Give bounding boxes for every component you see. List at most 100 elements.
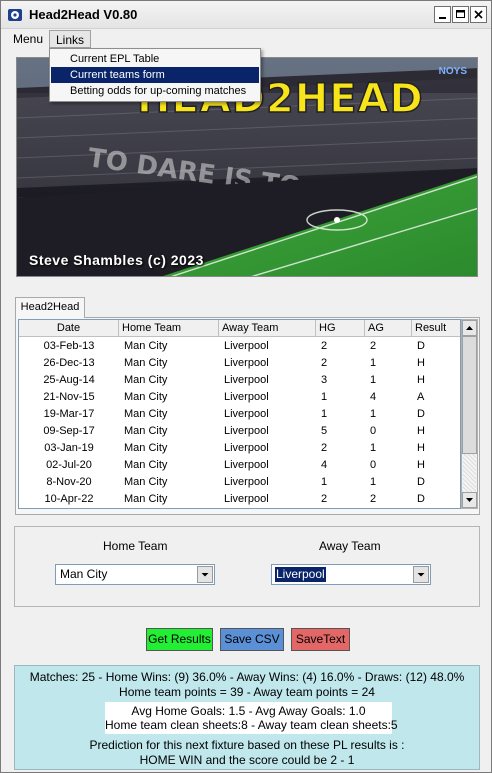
cell-hg: 5 xyxy=(321,425,328,437)
cell-home-team: Man City xyxy=(124,425,168,437)
away-team-select[interactable]: Liverpool xyxy=(271,564,431,585)
cell-away-team: Liverpool xyxy=(224,357,269,369)
arrow-up-icon xyxy=(466,326,473,330)
column-away-team[interactable]: Away Team xyxy=(219,320,316,337)
cell-date: 03-Jan-19 xyxy=(44,442,94,454)
menu-item-epl-table[interactable]: Current EPL Table xyxy=(51,51,259,67)
save-csv-button[interactable]: Save CSV xyxy=(220,628,284,651)
cell-date: 26-Dec-13 xyxy=(43,357,95,369)
table-row[interactable]: 25-Aug-14 Man City Liverpool 3 1 H xyxy=(19,372,460,389)
cell-hg: 3 xyxy=(321,374,328,386)
stats-panel: Matches: 25 - Home Wins: (9) 36.0% - Awa… xyxy=(14,665,480,770)
cell-date: 8-Nov-20 xyxy=(46,476,92,488)
links-dropdown: Current EPL Table Current teams form Bet… xyxy=(49,48,261,102)
cell-result: H xyxy=(417,459,425,471)
home-team-dropdown-button[interactable] xyxy=(197,566,213,583)
cell-date: 09-Sep-17 xyxy=(43,425,95,437)
cell-result: H xyxy=(417,442,425,454)
table-row[interactable]: 09-Sep-17 Man City Liverpool 5 0 H xyxy=(19,423,460,440)
cell-result: A xyxy=(417,391,425,403)
scroll-up-button[interactable] xyxy=(462,320,477,336)
table-row[interactable]: 8-Nov-20 Man City Liverpool 1 1 D xyxy=(19,474,460,491)
menu-item-betting-odds[interactable]: Betting odds for up-coming matches xyxy=(51,83,259,99)
avg-goals: Avg Home Goals: 1.5 - Avg Away Goals: 1.… xyxy=(131,704,366,718)
table-row[interactable]: 03-Jan-19 Man City Liverpool 2 1 H xyxy=(19,440,460,457)
cell-result: D xyxy=(417,340,425,352)
chevron-down-icon xyxy=(417,573,425,577)
cell-away-team: Liverpool xyxy=(224,425,269,437)
cell-home-team: Man City xyxy=(124,391,168,403)
cell-hg: 2 xyxy=(321,442,328,454)
menu-links[interactable]: Links xyxy=(49,30,92,48)
home-team-label: Home Team xyxy=(103,539,168,553)
cell-date: 19-Mar-17 xyxy=(43,408,95,420)
cell-hg: 4 xyxy=(321,459,328,471)
match-summary: Matches: 25 - Home Wins: (9) 36.0% - Awa… xyxy=(29,670,465,684)
cell-result: H xyxy=(417,425,425,437)
cell-ag: 4 xyxy=(370,391,377,403)
cell-away-team: Liverpool xyxy=(224,476,269,488)
column-date[interactable]: Date xyxy=(19,320,119,337)
scroll-thumb[interactable] xyxy=(462,336,477,454)
table-row[interactable]: 21-Nov-15 Man City Liverpool 1 4 A xyxy=(19,389,460,406)
scroll-down-button[interactable] xyxy=(462,492,477,508)
cell-ag: 0 xyxy=(370,425,377,437)
table-row[interactable]: 03-Feb-13 Man City Liverpool 2 2 D xyxy=(19,338,460,355)
table-row[interactable]: 02-Jul-20 Man City Liverpool 4 0 H xyxy=(19,457,460,474)
cell-ag: 2 xyxy=(370,340,377,352)
window-title: Head2Head V0.80 xyxy=(29,7,138,22)
cell-hg: 1 xyxy=(321,408,328,420)
cell-away-team: Liverpool xyxy=(224,408,269,420)
cell-date: 03-Feb-13 xyxy=(43,340,95,352)
cell-ag: 1 xyxy=(370,476,377,488)
cell-result: D xyxy=(417,408,425,420)
column-home-team[interactable]: Home Team xyxy=(119,320,219,337)
get-results-button[interactable]: Get Results xyxy=(146,628,213,651)
cell-ag: 0 xyxy=(370,459,377,471)
cell-result: D xyxy=(417,476,425,488)
cell-ag: 2 xyxy=(370,493,377,505)
home-team-value: Man City xyxy=(60,567,108,581)
minimize-button[interactable] xyxy=(434,6,451,23)
table-row[interactable]: 19-Mar-17 Man City Liverpool 1 1 D xyxy=(19,406,460,423)
maximize-icon xyxy=(456,10,465,18)
results-table[interactable]: Date Home Team Away Team HG AG Result 03… xyxy=(18,319,461,509)
close-button[interactable] xyxy=(470,6,487,23)
cell-away-team: Liverpool xyxy=(224,374,269,386)
table-row[interactable]: 26-Dec-13 Man City Liverpool 2 1 H xyxy=(19,355,460,372)
cell-ag: 1 xyxy=(370,442,377,454)
author-credit: Steve Shambles (c) 2023 xyxy=(29,252,204,268)
menu-bar: Menu Links xyxy=(1,29,491,49)
sponsor-text: NOYS xyxy=(438,66,467,77)
menu-item-teams-form[interactable]: Current teams form xyxy=(51,67,259,83)
column-result[interactable]: Result xyxy=(412,320,460,337)
prediction-result: HOME WIN and the score could be 2 - 1 xyxy=(139,753,355,767)
cell-away-team: Liverpool xyxy=(224,391,269,403)
menu-menu[interactable]: Menu xyxy=(7,30,49,48)
away-team-label: Away Team xyxy=(319,539,381,553)
away-team-value: Liverpool xyxy=(275,567,326,582)
table-scrollbar[interactable] xyxy=(461,319,478,509)
cell-date: 10-Apr-22 xyxy=(44,493,94,505)
minimize-icon xyxy=(439,17,446,19)
tab-head2head[interactable]: Head2Head xyxy=(15,297,85,318)
arrow-down-icon xyxy=(466,498,473,502)
maximize-button[interactable] xyxy=(452,6,469,23)
table-row[interactable]: 10-Apr-22 Man City Liverpool 2 2 D xyxy=(19,491,460,508)
close-icon xyxy=(474,10,483,19)
column-ag[interactable]: AG xyxy=(365,320,412,337)
save-text-button[interactable]: SaveText xyxy=(291,628,350,651)
column-hg[interactable]: HG xyxy=(316,320,365,337)
cell-hg: 2 xyxy=(321,493,328,505)
points-summary: Home team points = 39 - Away team points… xyxy=(119,685,375,699)
cell-home-team: Man City xyxy=(124,493,168,505)
team-selection-group: Home Team Away Team Man City Liverpool xyxy=(14,526,480,607)
title-bar[interactable]: Head2Head V0.80 xyxy=(1,1,491,29)
cell-hg: 1 xyxy=(321,391,328,403)
prediction-heading: Prediction for this next fixture based o… xyxy=(89,738,405,752)
cell-home-team: Man City xyxy=(124,357,168,369)
scroll-track[interactable] xyxy=(463,454,476,492)
away-team-dropdown-button[interactable] xyxy=(413,566,429,583)
cell-home-team: Man City xyxy=(124,340,168,352)
home-team-select[interactable]: Man City xyxy=(55,564,215,585)
